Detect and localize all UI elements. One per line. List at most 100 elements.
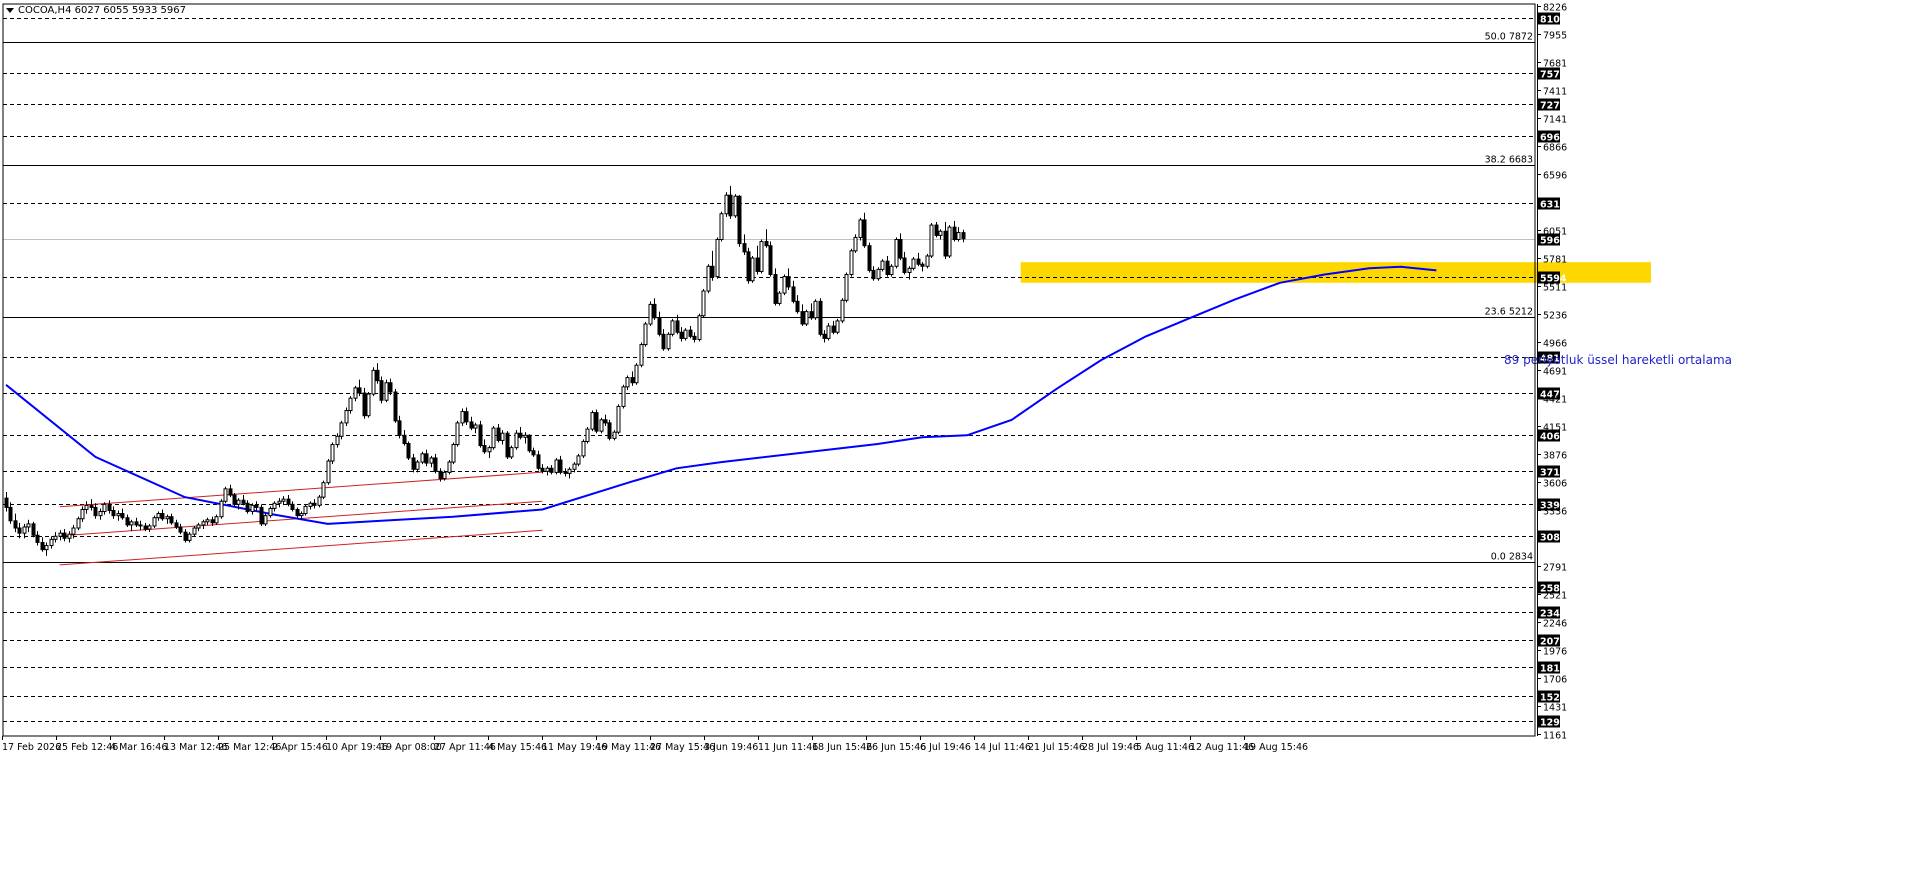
candle	[706, 264, 711, 294]
candle-body-down	[563, 471, 568, 474]
candle	[746, 247, 751, 284]
candle-body-up	[670, 320, 675, 335]
candle-body-down	[411, 457, 416, 470]
price-tick-label: 5236	[1543, 311, 1567, 322]
candle-body-down	[433, 457, 438, 472]
candle-body-up	[321, 482, 326, 498]
time-tick-label: 4 Mar 16:46	[110, 742, 167, 753]
candle-body-down	[800, 311, 805, 325]
candle-body-down	[871, 269, 876, 280]
candle	[826, 322, 831, 341]
candle	[867, 242, 872, 273]
price-tick-label: 2521	[1543, 591, 1567, 602]
candle	[514, 430, 519, 450]
candle-body-up	[844, 274, 849, 301]
candle-body-up	[719, 213, 724, 240]
candle-body-up	[277, 500, 282, 504]
price-tick-label: 4151	[1543, 423, 1567, 434]
price-tick-label: 3606	[1543, 479, 1567, 490]
candle-body-up	[129, 521, 134, 526]
price-tick-label: 6866	[1543, 143, 1567, 154]
candle-body-up	[648, 303, 653, 325]
candle	[666, 332, 671, 351]
candle-body-down	[464, 411, 469, 423]
price-tick-label: 1976	[1543, 647, 1567, 658]
candle	[858, 217, 863, 241]
candle	[639, 342, 644, 368]
candle-body-down	[138, 524, 143, 527]
candle	[813, 299, 818, 320]
candle	[849, 248, 854, 277]
candle-body-down	[961, 232, 966, 240]
candle	[263, 513, 268, 526]
candle	[777, 291, 782, 306]
chart-root: 8105 7574 7276 6963 6313 5594 4818 4474 4060 3710…	[0, 0, 1916, 888]
candle-body-up	[750, 257, 755, 282]
candle-body-up	[782, 276, 787, 294]
candle	[889, 264, 894, 277]
candle-body-up	[813, 300, 818, 319]
time-tick-label: 10 Apr 19:46	[326, 742, 388, 753]
candle	[724, 192, 729, 217]
time-tick-label: 17 Feb 2026	[2, 742, 61, 753]
candle-body-down	[254, 504, 259, 508]
candle-body-up	[621, 386, 626, 407]
candle	[268, 506, 273, 518]
candle-body-up	[835, 320, 840, 333]
candle-body-up	[545, 467, 550, 472]
candle-body-up	[840, 299, 845, 322]
price-tick-label: 3336	[1543, 507, 1567, 518]
candle	[505, 431, 510, 459]
candle-body-up	[706, 265, 711, 292]
candle-body-up	[192, 527, 197, 535]
candle	[152, 515, 157, 529]
candle	[585, 427, 590, 444]
time-tick-label: 5 Aug 11:46	[1136, 742, 1194, 753]
candle	[844, 272, 849, 303]
candle-body-up	[84, 504, 89, 510]
candle-body-down	[357, 387, 362, 394]
candle	[321, 480, 326, 500]
candle-body-up	[666, 333, 671, 350]
candle-body-up	[911, 258, 916, 269]
price-tick-label: 5781	[1543, 255, 1567, 266]
candle	[880, 259, 885, 272]
candle-body-up	[907, 267, 912, 273]
candle	[348, 396, 353, 414]
candle-body-up	[236, 499, 241, 505]
candle-body-up	[98, 511, 103, 517]
candle-body-down	[862, 219, 867, 247]
candle	[384, 379, 389, 403]
candle-body-up	[947, 226, 952, 257]
candle-body-up	[201, 521, 206, 526]
candle-body-up	[590, 412, 595, 430]
candle-body-up	[366, 393, 371, 417]
price-tick-label: 4691	[1543, 367, 1567, 378]
candle-body-up	[826, 325, 831, 339]
time-tick-label: 2 Apr 15:46	[272, 742, 328, 753]
candle-body-down	[388, 382, 393, 393]
candle	[393, 388, 398, 423]
candle-body-up	[599, 419, 604, 432]
candle-body-up	[581, 440, 586, 457]
candle-body-down	[89, 504, 94, 508]
candle-body-down	[764, 241, 769, 247]
candle-body-up	[196, 524, 201, 529]
candle-body-down	[692, 335, 697, 340]
candle-body-up	[849, 250, 854, 276]
candle	[581, 439, 586, 458]
candle-body-up	[303, 505, 308, 515]
candle-body-up	[429, 457, 434, 464]
level-price-label: 3082	[1540, 533, 1566, 544]
candle	[554, 457, 559, 475]
time-tick-label: 21 Jul 15:46	[1028, 742, 1085, 753]
candle-body-up	[733, 195, 738, 217]
candle-body-up	[777, 292, 782, 304]
candle-body-up	[956, 232, 961, 240]
level-price-label: 3710	[1540, 468, 1567, 479]
candle-body-down	[679, 331, 684, 339]
candle-body-down	[241, 499, 246, 504]
candle-body-down	[742, 243, 747, 253]
candle-body-down	[746, 251, 751, 282]
candle-body-down	[93, 506, 98, 517]
